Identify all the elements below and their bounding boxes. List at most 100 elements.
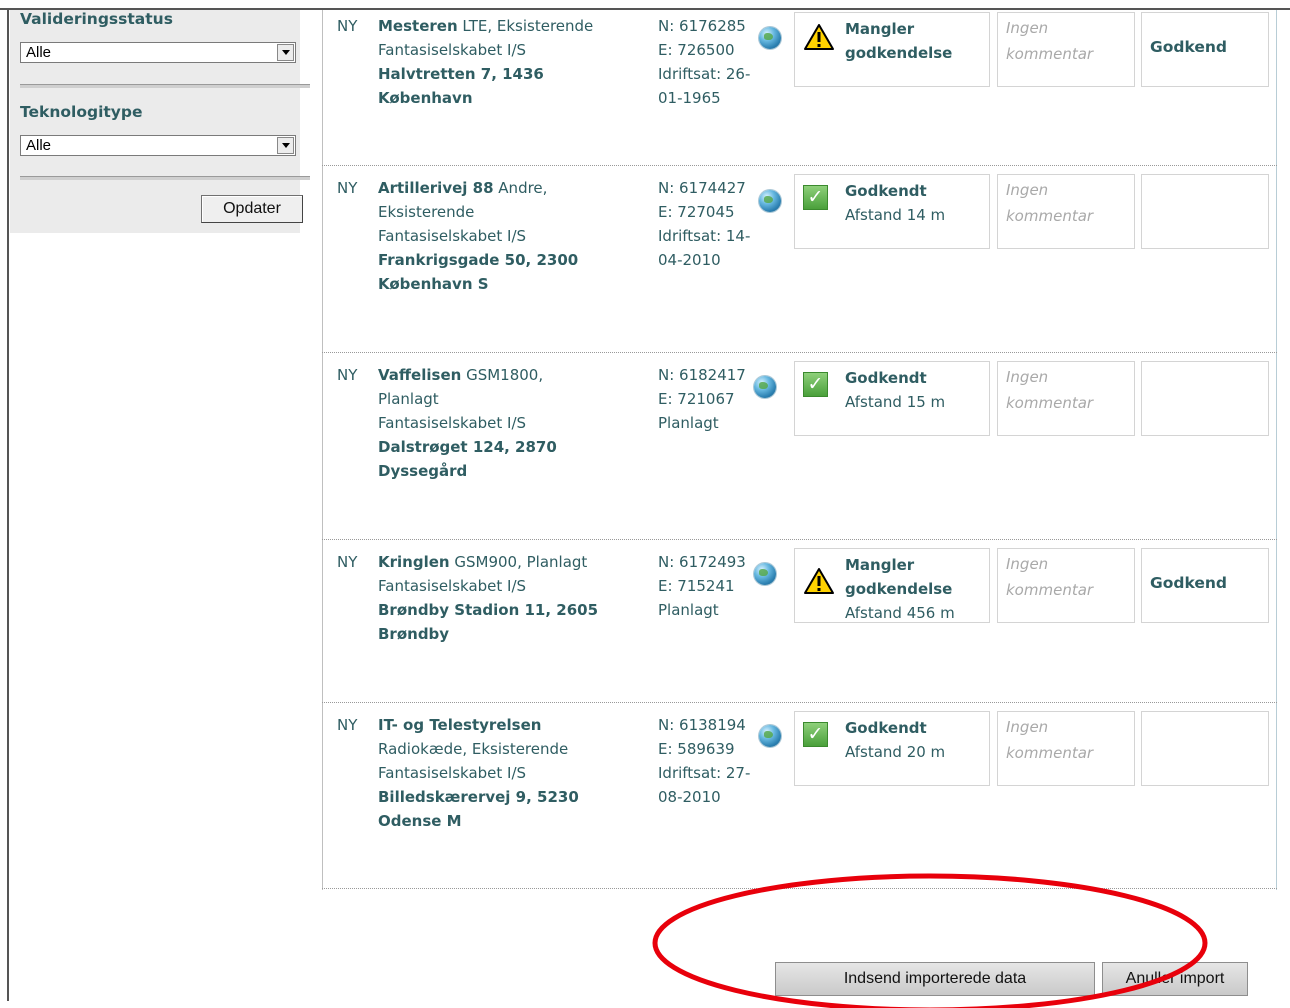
chevron-down-icon[interactable] [277, 44, 294, 61]
comment-placeholder: Ingen kommentar [1006, 718, 1094, 762]
site-city: København S [378, 275, 489, 293]
warning-icon [804, 24, 834, 50]
update-button[interactable]: Opdater [201, 195, 303, 223]
site-type: Radiokæde, Eksisterende [378, 740, 569, 758]
site-company: Fantasiselskabet I/S [378, 41, 527, 59]
warning-icon [804, 568, 834, 594]
submit-imported-data-button[interactable]: Indsend importerede data [775, 962, 1095, 996]
validation-status-box: ✓ Godkendt Afstand 15 m [794, 361, 990, 436]
globe-icon[interactable] [759, 27, 781, 49]
commission-date-cont: 04-2010 [658, 251, 721, 269]
site-city: Dyssegård [378, 462, 468, 480]
site-coordinates: N: 6172493 E: 715241 Planlagt [658, 550, 768, 622]
window-left-border [7, 8, 9, 1001]
validation-text: Godkendt Afstand 14 m [845, 179, 990, 227]
action-box: Godkend [1141, 12, 1269, 87]
site-coordinates: N: 6182417 E: 721067 Planlagt [658, 363, 768, 435]
table-row: NY Vaffelisen GSM1800, Planlagt Fantasis… [322, 353, 1277, 538]
validation-status-box: ✓ Godkendt Afstand 20 m [794, 711, 990, 786]
site-company: Fantasiselskabet I/S [378, 764, 527, 782]
site-company: Fantasiselskabet I/S [378, 227, 527, 245]
globe-icon[interactable] [759, 190, 781, 212]
distance-text: Afstand 15 m [845, 393, 946, 411]
validation-status-cont: godkendelse [845, 580, 953, 598]
validation-status-box: Mangler godkendelse [794, 12, 990, 87]
new-badge: NY [337, 553, 358, 571]
site-type: GSM1800, [466, 366, 544, 384]
globe-icon[interactable] [759, 725, 781, 747]
north-coordinate: N: 6138194 [658, 716, 746, 734]
validation-text: Godkendt Afstand 15 m [845, 366, 990, 414]
cancel-import-button[interactable]: Anuller import [1102, 962, 1248, 996]
site-info: IT- og Telestyrelsen Radiokæde, Eksister… [378, 713, 636, 833]
action-box [1141, 174, 1269, 249]
distance-text: Afstand 456 m [845, 604, 955, 622]
site-coordinates: N: 6138194 E: 589639 Idriftsat: 27- 08-2… [658, 713, 768, 809]
site-name: Mesteren [378, 17, 458, 35]
check-icon: ✓ [803, 185, 828, 210]
comment-box[interactable]: Ingen kommentar [997, 12, 1135, 87]
check-icon: ✓ [803, 722, 828, 747]
site-type: GSM900, Planlagt [454, 553, 588, 571]
table-row: NY IT- og Telestyrelsen Radiokæde, Eksis… [322, 703, 1277, 888]
approve-link[interactable]: Godkend [1150, 38, 1227, 56]
site-type: LTE, Eksisterende [462, 17, 594, 35]
comment-box[interactable]: Ingen kommentar [997, 361, 1135, 436]
site-info: Kringlen GSM900, Planlagt Fantasiselskab… [378, 550, 636, 646]
check-icon: ✓ [803, 372, 828, 397]
commission-date-cont: 08-2010 [658, 788, 721, 806]
site-name: IT- og Telestyrelsen [378, 716, 542, 734]
site-info: Mesteren LTE, Eksisterende Fantasiselska… [378, 14, 636, 110]
validation-status-value: Alle [26, 44, 52, 61]
site-type: Andre, [498, 179, 548, 197]
site-name: Artillerivej 88 [378, 179, 494, 197]
validation-status: Mangler [845, 20, 915, 38]
action-box [1141, 711, 1269, 786]
distance-text: Afstand 20 m [845, 743, 946, 761]
comment-placeholder: Ingen kommentar [1006, 181, 1094, 225]
comment-placeholder: Ingen kommentar [1006, 19, 1094, 63]
validation-text: Mangler godkendelse Afstand 456 m [845, 553, 990, 625]
technology-type-value: Alle [26, 137, 52, 154]
validation-status-select[interactable]: Alle [20, 42, 296, 63]
site-name: Kringlen [378, 553, 450, 571]
commission-date: Idriftsat: 14- [658, 227, 751, 245]
site-address: Halvtretten 7, 1436 [378, 65, 544, 83]
site-company: Fantasiselskabet I/S [378, 414, 527, 432]
approve-link[interactable]: Godkend [1150, 574, 1227, 592]
validation-status-box: Mangler godkendelse Afstand 456 m [794, 548, 990, 623]
site-type-cont: Eksisterende [378, 203, 475, 221]
site-coordinates: N: 6176285 E: 726500 Idriftsat: 26- 01-1… [658, 14, 768, 110]
site-address: Brøndby Stadion 11, 2605 [378, 601, 599, 619]
comment-box[interactable]: Ingen kommentar [997, 548, 1135, 623]
site-type-cont: Planlagt [378, 390, 439, 408]
validation-status-cont: godkendelse [845, 44, 953, 62]
divider [20, 176, 310, 180]
comment-box[interactable]: Ingen kommentar [997, 174, 1135, 249]
row-divider [322, 888, 1277, 889]
commission-date: Idriftsat: 26- [658, 65, 751, 83]
site-company: Fantasiselskabet I/S [378, 577, 527, 595]
north-coordinate: N: 6182417 [658, 366, 746, 384]
east-coordinate: E: 715241 [658, 577, 735, 595]
table-row: NY Artillerivej 88 Andre, Eksisterende F… [322, 166, 1277, 352]
comment-box[interactable]: Ingen kommentar [997, 711, 1135, 786]
chevron-down-icon[interactable] [277, 137, 294, 154]
globe-icon[interactable] [754, 376, 776, 398]
comment-placeholder: Ingen kommentar [1006, 555, 1094, 599]
commission-date-cont: 01-1965 [658, 89, 721, 107]
table-row: NY Mesteren LTE, Eksisterende Fantasisel… [322, 10, 1277, 165]
validation-status-box: ✓ Godkendt Afstand 14 m [794, 174, 990, 249]
validation-status: Mangler [845, 556, 915, 574]
site-city: København [378, 89, 473, 107]
new-badge: NY [337, 17, 358, 35]
validation-status-label: Valideringsstatus [20, 10, 173, 28]
east-coordinate: E: 721067 [658, 390, 735, 408]
filter-sidebar: Valideringsstatus Alle Teknologitype All… [10, 10, 310, 233]
new-badge: NY [337, 716, 358, 734]
north-coordinate: N: 6176285 [658, 17, 746, 35]
action-box: Godkend [1141, 548, 1269, 623]
technology-type-select[interactable]: Alle [20, 135, 296, 156]
new-badge: NY [337, 366, 358, 384]
globe-icon[interactable] [754, 563, 776, 585]
